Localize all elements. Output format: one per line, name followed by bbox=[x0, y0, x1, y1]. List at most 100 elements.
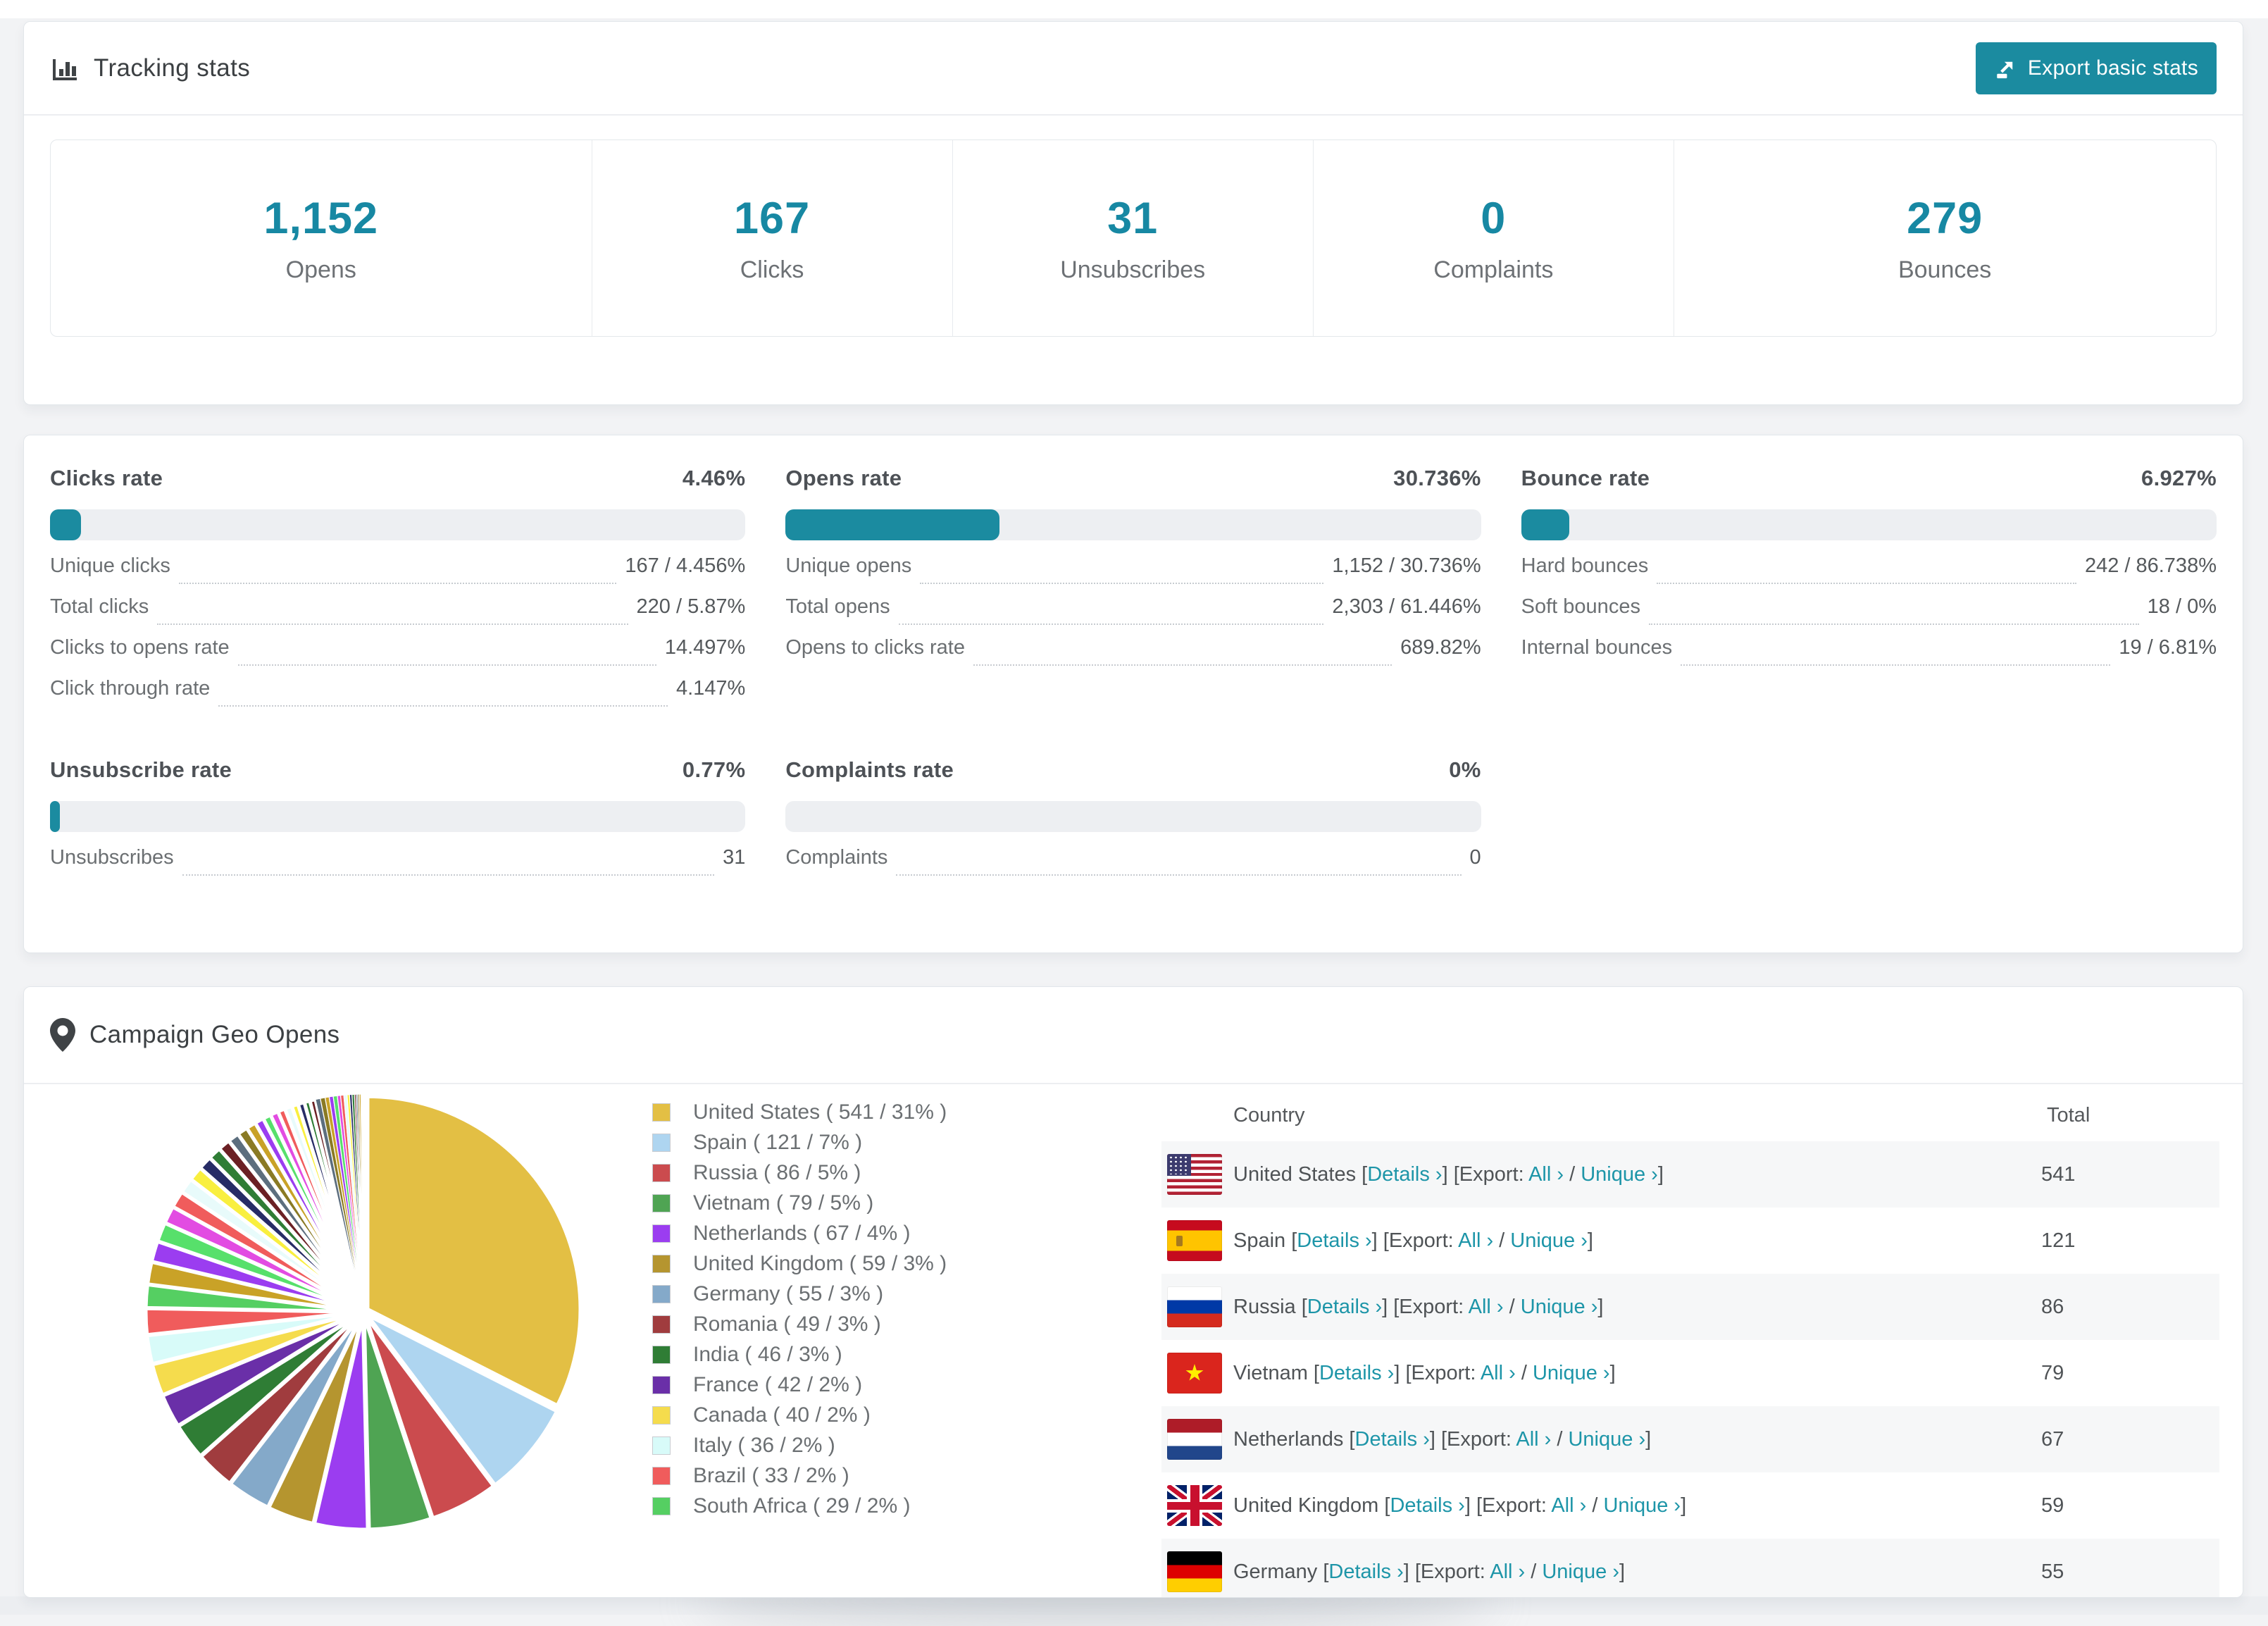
rate-panel: Complaints rate 0% Complaints 0 bbox=[785, 757, 1481, 887]
export-unique-link[interactable]: Unique › bbox=[1521, 1296, 1598, 1318]
details-link[interactable]: Details › bbox=[1355, 1428, 1430, 1451]
rate-title: Bounce rate bbox=[1521, 466, 1650, 490]
details-link[interactable]: Details › bbox=[1328, 1560, 1403, 1583]
legend-label: India ( 46 / 3% ) bbox=[693, 1342, 842, 1366]
pie-slice bbox=[320, 1097, 363, 1308]
export-all-link[interactable]: All › bbox=[1481, 1362, 1516, 1384]
legend-item: France ( 42 / 2% ) bbox=[652, 1370, 947, 1400]
stat-value: 31 bbox=[1107, 193, 1159, 243]
legend-label: United States ( 541 / 31% ) bbox=[693, 1100, 947, 1124]
table-row: Russia [Details ›] [Export: All › / Uniq… bbox=[1161, 1274, 2219, 1340]
pie-slice bbox=[308, 1098, 364, 1309]
pie-slice bbox=[343, 1094, 364, 1308]
detail-row: Unsubscribes 31 bbox=[50, 846, 745, 887]
pie-slice bbox=[156, 1221, 361, 1312]
details-link[interactable]: Details › bbox=[1367, 1163, 1442, 1186]
detail-row: Complaints 0 bbox=[785, 846, 1481, 887]
country-cell: Netherlands [Details ›] [Export: All › /… bbox=[1233, 1427, 1652, 1451]
export-all-link[interactable]: All › bbox=[1458, 1229, 1493, 1252]
total-cell: 121 bbox=[2041, 1229, 2076, 1252]
detail-value: 19 / 6.81% bbox=[2119, 636, 2217, 659]
legend-label: Canada ( 40 / 2% ) bbox=[693, 1403, 871, 1427]
country-cell: Germany [Details ›] [Export: All › / Uni… bbox=[1233, 1560, 1626, 1583]
legend-swatch bbox=[652, 1133, 671, 1152]
export-all-link[interactable]: All › bbox=[1490, 1560, 1525, 1583]
rates-grid: Clicks rate 4.46% Unique clicks 167 / 4.… bbox=[24, 435, 2243, 887]
progress-fill bbox=[50, 509, 82, 540]
geo-table-header: Country Total bbox=[1161, 1089, 2219, 1141]
export-unique-link[interactable]: Unique › bbox=[1533, 1362, 1610, 1384]
legend-label: France ( 42 / 2% ) bbox=[693, 1372, 863, 1396]
export-all-link[interactable]: All › bbox=[1469, 1296, 1504, 1318]
legend-swatch bbox=[652, 1375, 671, 1394]
geo-body: United States ( 541 / 31% ) Spain ( 121 … bbox=[24, 1084, 2243, 1597]
detail-label: Hard bounces bbox=[1521, 554, 1649, 577]
legend-label: Romania ( 49 / 3% ) bbox=[693, 1312, 881, 1336]
pie-slice bbox=[351, 1093, 364, 1308]
legend-item: Spain ( 121 / 7% ) bbox=[652, 1127, 947, 1158]
details-link[interactable]: Details › bbox=[1307, 1296, 1382, 1318]
pie-slice bbox=[347, 1094, 364, 1308]
geo-pie-chart bbox=[144, 1093, 582, 1532]
country-cell: Russia [Details ›] [Export: All › / Uniq… bbox=[1233, 1295, 1604, 1318]
legend-swatch bbox=[652, 1436, 671, 1455]
rate-panel: Bounce rate 6.927% Hard bounces 242 / 86… bbox=[1521, 466, 2217, 718]
detail-label: Soft bounces bbox=[1521, 595, 1640, 618]
export-button-label: Export basic stats bbox=[2027, 56, 2198, 80]
pie-slice bbox=[360, 1093, 364, 1308]
export-unique-link[interactable]: Unique › bbox=[1510, 1229, 1588, 1252]
pie-slice bbox=[208, 1147, 362, 1310]
us-flag-icon bbox=[1167, 1154, 1222, 1195]
rate-value: 4.46% bbox=[682, 466, 746, 490]
legend-swatch bbox=[652, 1254, 671, 1273]
total-cell: 86 bbox=[2041, 1295, 2064, 1318]
export-unique-link[interactable]: Unique › bbox=[1568, 1428, 1645, 1451]
detail-value: 4.147% bbox=[675, 677, 746, 700]
rate-title: Unsubscribe rate bbox=[50, 757, 232, 782]
total-cell: 55 bbox=[2041, 1560, 2064, 1583]
export-all-link[interactable]: All › bbox=[1516, 1428, 1551, 1451]
stats-summary-box: 1,152 Opens 167 Clicks 31 Unsubscribes 0… bbox=[50, 139, 2217, 337]
details-link[interactable]: Details › bbox=[1319, 1362, 1394, 1384]
country-cell: Spain [Details ›] [Export: All › / Uniqu… bbox=[1233, 1229, 1593, 1252]
detail-label: Internal bounces bbox=[1521, 636, 1673, 659]
pie-slice bbox=[315, 1098, 363, 1308]
detail-row: Soft bounces 18 / 0% bbox=[1521, 595, 2217, 636]
pie-slice bbox=[365, 1312, 559, 1487]
details-link[interactable]: Details › bbox=[1297, 1229, 1371, 1252]
detail-label: Total clicks bbox=[50, 595, 149, 618]
dotted-leader bbox=[898, 623, 1324, 625]
pie-slice bbox=[312, 1315, 370, 1532]
pie-slice bbox=[228, 1314, 363, 1510]
pie-slice bbox=[267, 1315, 364, 1526]
detail-value: 220 / 5.87% bbox=[636, 595, 746, 618]
pie-slice bbox=[355, 1093, 364, 1308]
details-link[interactable]: Details › bbox=[1390, 1494, 1464, 1517]
legend-swatch bbox=[652, 1315, 671, 1334]
pie-slice bbox=[289, 1102, 364, 1309]
pie-slice bbox=[145, 1310, 361, 1366]
detail-label: Opens to clicks rate bbox=[785, 636, 965, 659]
export-all-link[interactable]: All › bbox=[1528, 1163, 1564, 1186]
stat-value: 279 bbox=[1907, 193, 1983, 243]
legend-item: Russia ( 86 / 5% ) bbox=[652, 1158, 947, 1188]
export-icon bbox=[1994, 56, 2018, 80]
rate-panel: Clicks rate 4.46% Unique clicks 167 / 4.… bbox=[50, 466, 746, 718]
pie-legend: United States ( 541 / 31% ) Spain ( 121 … bbox=[652, 1097, 947, 1521]
export-unique-link[interactable]: Unique › bbox=[1603, 1494, 1681, 1517]
total-cell: 67 bbox=[2041, 1427, 2064, 1451]
rate-title: Complaints rate bbox=[785, 757, 954, 782]
table-row: Netherlands [Details ›] [Export: All › /… bbox=[1161, 1406, 2219, 1472]
page-top-strip bbox=[0, 0, 2268, 18]
detail-row: Internal bounces 19 / 6.81% bbox=[1521, 636, 2217, 677]
detail-value: 242 / 86.738% bbox=[2084, 554, 2217, 577]
legend-item: Vietnam ( 79 / 5% ) bbox=[652, 1188, 947, 1218]
export-unique-link[interactable]: Unique › bbox=[1581, 1163, 1658, 1186]
total-cell: 541 bbox=[2041, 1162, 2076, 1186]
export-unique-link[interactable]: Unique › bbox=[1542, 1560, 1619, 1583]
export-basic-stats-button[interactable]: Export basic stats bbox=[1975, 42, 2217, 94]
rate-value: 0% bbox=[1449, 757, 1481, 782]
legend-item: Brazil ( 33 / 2% ) bbox=[652, 1460, 947, 1491]
progress-bar bbox=[785, 801, 1481, 832]
export-all-link[interactable]: All › bbox=[1551, 1494, 1586, 1517]
